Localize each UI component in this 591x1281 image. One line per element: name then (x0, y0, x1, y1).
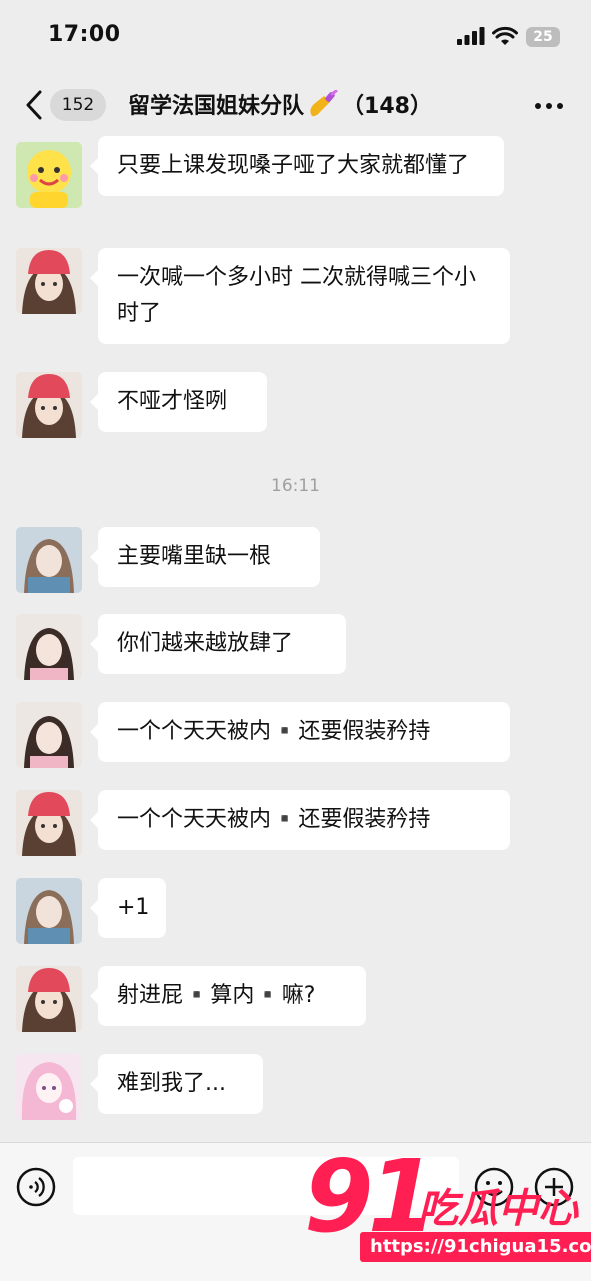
message-bubble[interactable]: 一次喊一个多小时 二次就得喊三个小时了 (90, 248, 510, 344)
pink-anime-avatar[interactable] (16, 1054, 82, 1120)
status-time: 17:00 (48, 22, 121, 47)
message-bubble[interactable]: 你们越来越放肆了 (90, 614, 346, 674)
long-hair-girl-avatar[interactable] (16, 527, 82, 593)
chat-title: 留学法国姐妹分队 （148） (128, 88, 432, 120)
more-options-icon[interactable] (534, 102, 564, 110)
cellular-signal-icon (457, 27, 485, 45)
watermark-url: https://91chigua15.com (360, 1232, 591, 1262)
message-bubble[interactable]: 难到我了... (90, 1054, 263, 1114)
message-bubble[interactable]: 一个个天天被内▪️还要假装矜持 (90, 702, 510, 762)
status-bar: 17:00 25 (0, 0, 591, 74)
chat-header: 152 留学法国姐妹分队 （148） (0, 74, 591, 136)
long-hair-girl-avatar[interactable] (16, 878, 82, 944)
watermark: 91 吃瓜中心 https://91chigua15.com (300, 1138, 591, 1280)
timestamp: 16:11 (271, 476, 320, 496)
message-bubble[interactable]: 主要嘴里缺一根 (90, 527, 320, 587)
red-beanie-girl-avatar[interactable] (16, 790, 82, 856)
wifi-icon (492, 26, 518, 45)
message-bubble[interactable]: 射进屁▪️算内▪️嘛? (90, 966, 366, 1026)
nail-polish-icon (310, 90, 338, 117)
group-name: 留学法国姐妹分队 (128, 94, 305, 119)
red-beanie-girl-avatar[interactable] (16, 248, 82, 314)
message-bubble[interactable]: 一个个天天被内▪️还要假装矜持 (90, 790, 510, 850)
message-bubble[interactable]: 只要上课发现嗓子哑了大家就都懂了 (90, 136, 504, 196)
red-beanie-girl-avatar[interactable] (16, 966, 82, 1032)
unread-count-badge[interactable]: 152 (50, 89, 106, 121)
pink-top-girl-avatar[interactable] (16, 702, 82, 768)
battery-icon: 25 (526, 27, 560, 47)
watermark-brand: 吃瓜中心 (418, 1186, 578, 1232)
pink-top-girl-avatar[interactable] (16, 614, 82, 680)
voice-input-icon[interactable] (16, 1167, 56, 1207)
yellow-cartoon-avatar[interactable] (16, 142, 82, 208)
message-bubble[interactable]: +1 (90, 878, 166, 938)
back-chevron-icon[interactable] (20, 88, 50, 122)
red-beanie-girl-avatar[interactable] (16, 372, 82, 438)
battery-level: 25 (533, 29, 553, 45)
message-bubble[interactable]: 不哑才怪咧 (90, 372, 267, 432)
member-count: （148） (342, 94, 432, 119)
